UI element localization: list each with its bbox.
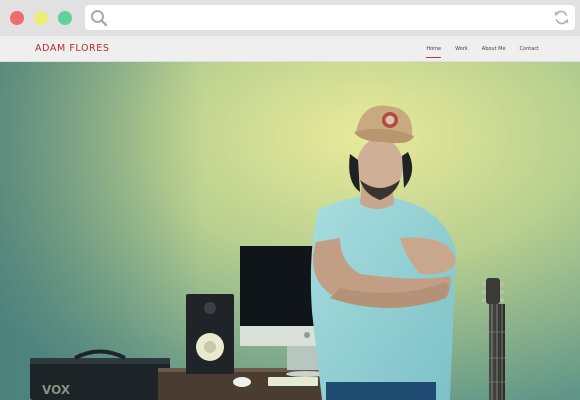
browser-toolbar (0, 0, 580, 36)
maximize-window-button[interactable] (58, 11, 72, 25)
main-nav: Home Work About Me Contact (426, 36, 539, 62)
nav-work[interactable]: Work (455, 46, 468, 53)
keyboard (268, 377, 318, 386)
close-window-button[interactable] (10, 11, 24, 25)
site-header: ADAM FLORES Home Work About Me Contact (0, 36, 580, 62)
nav-about-me[interactable]: About Me (482, 46, 506, 53)
minimize-window-button[interactable] (34, 11, 48, 25)
amp-brand-label: VOX (42, 383, 71, 397)
amplifier: VOX (30, 349, 170, 400)
hero-photo: VOX (0, 62, 580, 400)
site-logo[interactable]: ADAM FLORES (35, 43, 110, 54)
address-bar[interactable] (85, 5, 575, 30)
reload-icon[interactable] (553, 9, 570, 26)
search-icon (91, 10, 108, 27)
studio-speaker (186, 294, 234, 374)
nav-contact[interactable]: Contact (520, 46, 539, 53)
mouse (233, 377, 251, 387)
nav-home[interactable]: Home (426, 46, 441, 58)
